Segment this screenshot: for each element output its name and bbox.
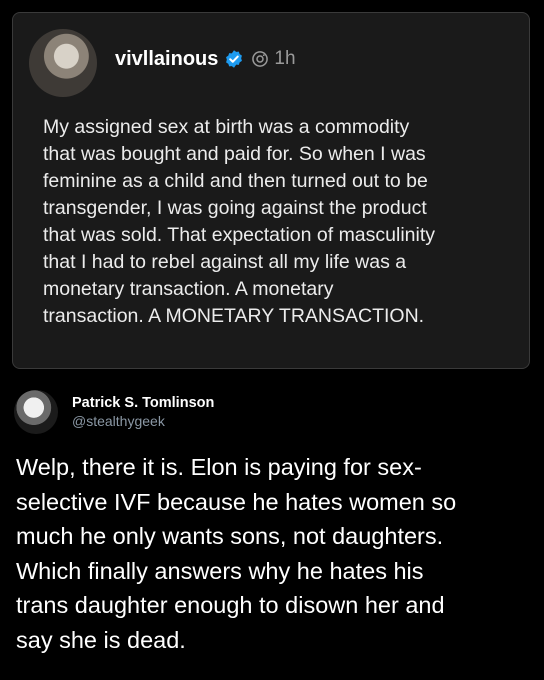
user-handle[interactable]: @stealthygeek	[72, 412, 214, 430]
quoted-post-card[interactable]: vivllainous 1h My assigned sex at birth …	[12, 12, 530, 369]
quoted-post-header: vivllainous 1h	[29, 29, 296, 97]
camera-icon	[252, 51, 269, 67]
avatar[interactable]	[29, 29, 97, 97]
quoted-username[interactable]: vivllainous	[115, 48, 218, 71]
post-text: Welp, there it is. Elon is paying for se…	[16, 454, 457, 653]
avatar[interactable]	[14, 390, 58, 434]
display-name[interactable]: Patrick S. Tomlinson	[72, 394, 214, 412]
post-author: Patrick S. Tomlinson @stealthygeek	[72, 394, 214, 430]
quoted-post-meta: vivllainous 1h	[115, 48, 296, 71]
post-header: Patrick S. Tomlinson @stealthygeek	[14, 390, 214, 434]
quoted-post-text: My assigned sex at birth was a commodity…	[43, 116, 436, 327]
verified-badge-icon	[226, 50, 243, 68]
post-timestamp: 1h	[274, 48, 296, 69]
